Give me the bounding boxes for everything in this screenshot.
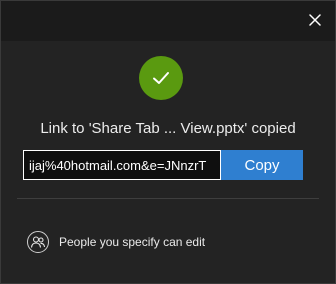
success-badge [139,56,183,100]
close-button[interactable] [301,6,329,34]
people-icon [27,231,49,253]
link-field[interactable] [23,150,221,180]
checkmark-icon [153,72,169,84]
link-row: Copy [23,150,303,180]
copy-button[interactable]: Copy [221,150,303,180]
permissions-label: People you specify can edit [59,235,206,249]
link-permissions[interactable]: People you specify can edit [27,231,205,253]
divider [17,198,319,199]
title-bar [1,1,335,41]
copy-link-dialog: Link to 'Share Tab ... View.pptx' copied… [0,0,336,284]
copied-message: Link to 'Share Tab ... View.pptx' copied [40,120,296,137]
dialog-content: Link to 'Share Tab ... View.pptx' copied… [1,41,335,283]
close-icon [309,14,321,26]
